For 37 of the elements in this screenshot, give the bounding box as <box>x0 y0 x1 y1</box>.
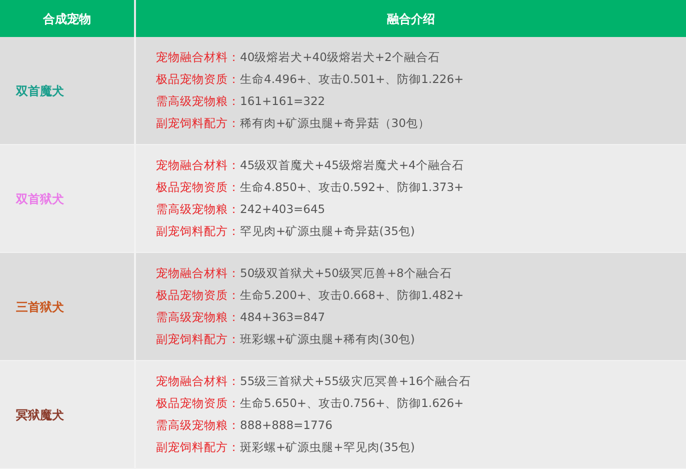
pet-name: 冥狱魔犬 <box>16 406 64 424</box>
detail-value: 888+888=1776 <box>240 417 332 434</box>
detail-label: 宠物融合材料： <box>156 49 240 66</box>
detail-label: 副宠饲料配方： <box>156 223 240 240</box>
detail-value: 45级双首魔犬+45级熔岩魔犬+4个融合石 <box>240 157 464 174</box>
detail-label: 副宠饲料配方： <box>156 331 240 348</box>
detail-value: 生命5.200+、攻击0.668+、防御1.482+ <box>240 287 464 304</box>
detail-label: 极品宠物资质： <box>156 179 240 196</box>
detail-label: 需高级宠物粮： <box>156 309 240 326</box>
column-header: 融合介绍 <box>386 10 436 28</box>
detail-value: 40级熔岩犬+40级熔岩犬+2个融合石 <box>240 49 440 66</box>
detail-label: 副宠饲料配方： <box>156 439 240 456</box>
pet-name: 双首魔犬 <box>16 82 64 100</box>
detail-value: 生命4.850+、攻击0.592+、防御1.373+ <box>240 179 464 196</box>
detail-value: 55级三首狱犬+55级灾厄冥兽+16个融合石 <box>240 373 472 390</box>
pet-name: 双首狱犬 <box>16 190 64 208</box>
detail-label: 宠物融合材料： <box>156 373 240 390</box>
detail-label: 需高级宠物粮： <box>156 201 240 218</box>
detail-label: 需高级宠物粮： <box>156 417 240 434</box>
detail-label: 极品宠物资质： <box>156 287 240 304</box>
detail-value: 罕见肉+矿源虫腿+奇异菇(35包) <box>240 223 415 240</box>
detail-value: 161+161=322 <box>240 93 326 110</box>
detail-value: 484+363=847 <box>240 309 326 326</box>
detail-value: 242+403=645 <box>240 201 326 218</box>
detail-value: 斑彩螺+矿源虫腿+罕见肉(35包) <box>240 439 415 456</box>
detail-value: 班彩螺+矿源虫腿+稀有肉(30包) <box>240 331 415 348</box>
detail-value: 生命5.650+、攻击0.756+、防御1.626+ <box>240 395 464 412</box>
detail-label: 宠物融合材料： <box>156 265 240 282</box>
detail-label: 需高级宠物粮： <box>156 93 240 110</box>
detail-value: 生命4.496+、攻击0.501+、防御1.226+ <box>240 71 464 88</box>
detail-label: 宠物融合材料： <box>156 157 240 174</box>
detail-value: 50级双首狱犬+50级冥厄兽+8个融合石 <box>240 265 452 282</box>
detail-label: 副宠饲料配方： <box>156 115 240 132</box>
detail-value: 稀有肉+矿源虫腿+奇异菇（30包） <box>240 115 430 132</box>
detail-label: 极品宠物资质： <box>156 395 240 412</box>
detail-label: 极品宠物资质： <box>156 71 240 88</box>
pet-name: 三首狱犬 <box>16 298 64 316</box>
